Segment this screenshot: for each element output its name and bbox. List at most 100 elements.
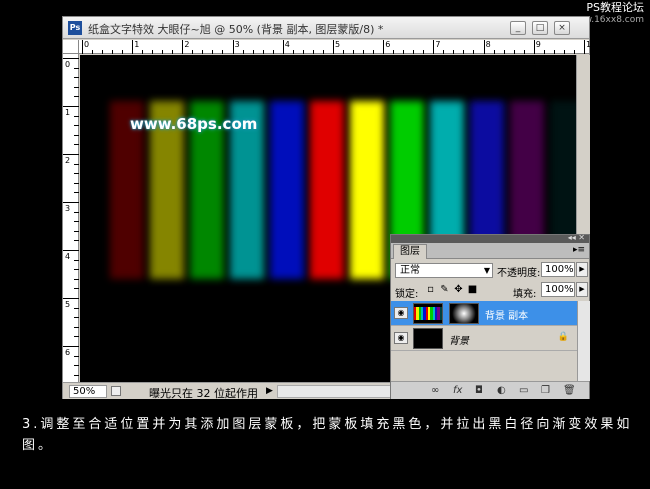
ruler-tick <box>533 40 535 54</box>
layer-mask-thumbnail[interactable] <box>449 303 479 324</box>
ruler-minor-tick <box>74 134 79 136</box>
lock-position-icon[interactable]: ✥ <box>453 284 464 295</box>
visibility-eye-icon[interactable]: ◉ <box>394 307 408 319</box>
ruler-tick <box>182 40 184 54</box>
opacity-slider-button[interactable]: ▶ <box>576 262 588 277</box>
ruler-minor-tick <box>74 144 79 146</box>
close-button[interactable]: × <box>554 21 570 35</box>
minimize-button[interactable]: _ <box>510 21 526 35</box>
ruler-minor-tick <box>624 50 625 54</box>
status-menu-arrow-icon[interactable]: ▶ <box>266 386 273 396</box>
ruler-minor-tick <box>74 115 79 117</box>
ruler-corner[interactable] <box>63 40 79 54</box>
ruler-minor-tick <box>463 50 465 54</box>
panel-menu-icon[interactable]: ▸≡ <box>573 245 585 255</box>
ruler-tick <box>584 40 585 54</box>
color-bar <box>310 101 344 279</box>
layer-name[interactable]: 背景 <box>449 332 469 347</box>
status-text: 曝光只在 32 位起作用 <box>149 387 258 400</box>
ruler-tick <box>63 106 79 107</box>
ruler-minor-tick <box>172 50 174 54</box>
ruler-minor-tick <box>553 50 555 54</box>
ruler-label: 1 <box>134 40 140 49</box>
ruler-minor-tick <box>92 50 93 54</box>
ruler-minor-tick <box>74 86 79 88</box>
ruler-minor-tick <box>74 163 79 165</box>
ruler-minor-tick <box>74 374 79 376</box>
ruler-label: 3 <box>65 204 71 213</box>
ruler-tick <box>433 40 435 54</box>
layer-thumbnail[interactable] <box>413 328 443 349</box>
lock-brush-icon[interactable]: ✎ <box>439 284 450 295</box>
layer-row-background-copy[interactable]: ◉ 背景 副本 <box>391 301 577 326</box>
panel-collapse-icon[interactable]: ◂◂ ✕ <box>568 233 585 242</box>
ruler-label: 7 <box>435 40 441 49</box>
status-info-icon[interactable] <box>111 386 121 396</box>
opacity-label: 不透明度: <box>497 268 541 279</box>
ruler-tick <box>63 250 79 251</box>
color-bar <box>350 101 384 279</box>
ruler-minor-tick <box>112 50 113 54</box>
restore-button[interactable]: □ <box>532 21 548 35</box>
ruler-minor-tick <box>74 211 79 213</box>
ruler-minor-tick <box>74 77 79 79</box>
trash-icon[interactable]: 🗑 <box>563 385 576 396</box>
ruler-minor-tick <box>513 50 515 54</box>
new-layer-icon[interactable]: ❐ <box>541 385 550 396</box>
ruler-minor-tick <box>604 50 605 54</box>
ruler-minor-tick <box>74 326 79 328</box>
ruler-minor-tick <box>292 50 294 54</box>
ruler-minor-tick <box>122 50 123 54</box>
fx-icon[interactable]: fx <box>453 385 462 396</box>
ruler-minor-tick <box>74 259 79 261</box>
ruler-minor-tick <box>74 96 79 98</box>
zoom-field[interactable]: 50% <box>69 385 107 398</box>
adjustment-icon[interactable]: ◐ <box>497 385 506 396</box>
ruler-minor-tick <box>74 288 79 290</box>
layer-name[interactable]: 背景 副本 <box>485 307 528 322</box>
tab-layers[interactable]: 图层 <box>393 244 427 259</box>
ruler-minor-tick <box>272 50 274 54</box>
fill-label: 填充: <box>513 289 537 300</box>
layer-thumbnail[interactable] <box>413 303 443 324</box>
lock-all-icon[interactable]: ■ <box>467 284 478 295</box>
panel-tabbar: 图层 ▸≡ <box>391 243 589 259</box>
vertical-ruler[interactable]: 0 1 2 3 4 5 6 <box>63 54 79 386</box>
window-title: 纸盒文字特效 大眼仔~旭 @ 50% (背景 副本, 图层蒙版/8) * <box>88 23 384 36</box>
ruler-tick <box>63 58 79 59</box>
ruler-minor-tick <box>74 307 79 309</box>
ruler-minor-tick <box>322 50 324 54</box>
panel-header[interactable]: ◂◂ ✕ <box>391 233 589 243</box>
layer-row-background[interactable]: ◉ 背景 🔒 <box>391 326 577 351</box>
link-icon[interactable]: ∞ <box>431 385 439 396</box>
ruler-label: 4 <box>284 40 290 49</box>
tutorial-caption: 3.调整至合适位置并为其添加图层蒙板，把蒙板填充黑色，并拉出黑白径向渐变效果如图… <box>22 417 633 453</box>
window-titlebar[interactable]: Ps 纸盒文字特效 大眼仔~旭 @ 50% (背景 副本, 图层蒙版/8) * … <box>63 17 589 39</box>
folder-icon[interactable]: ▭ <box>519 385 528 396</box>
ruler-minor-tick <box>523 50 525 54</box>
horizontal-ruler[interactable]: 0 1 2 3 4 5 6 7 8 9 10 <box>79 40 625 54</box>
ruler-label: 4 <box>65 252 71 261</box>
ruler-minor-tick <box>74 230 79 232</box>
layers-panel: ◂◂ ✕ 图层 ▸≡ 正常 ▼ 不透明度: 100% ▶ 锁定: ▫ ✎ ✥ ■… <box>390 233 590 399</box>
panel-scrollbar[interactable] <box>577 301 590 381</box>
ruler-minor-tick <box>573 50 575 54</box>
ruler-label: 10 <box>586 40 597 49</box>
fill-slider-button[interactable]: ▶ <box>576 282 588 297</box>
ruler-label: 5 <box>335 40 341 49</box>
mask-icon[interactable]: ◘ <box>475 385 483 396</box>
site-title: PS教程论坛 <box>586 1 644 14</box>
ruler-minor-tick <box>162 50 164 54</box>
ruler-minor-tick <box>222 50 224 54</box>
ruler-tick <box>63 346 79 347</box>
opacity-input[interactable]: 100% <box>541 262 575 277</box>
ruler-minor-tick <box>443 50 445 54</box>
visibility-eye-icon[interactable]: ◉ <box>394 332 408 344</box>
ruler-minor-tick <box>393 50 395 54</box>
ruler-minor-tick <box>373 50 374 54</box>
fill-input[interactable]: 100% <box>541 282 575 297</box>
thumbnail-stripe <box>439 307 442 320</box>
blend-mode-select[interactable]: 正常 ▼ <box>395 263 493 278</box>
lock-transparency-icon[interactable]: ▫ <box>425 284 436 295</box>
ruler-minor-tick <box>563 50 565 54</box>
